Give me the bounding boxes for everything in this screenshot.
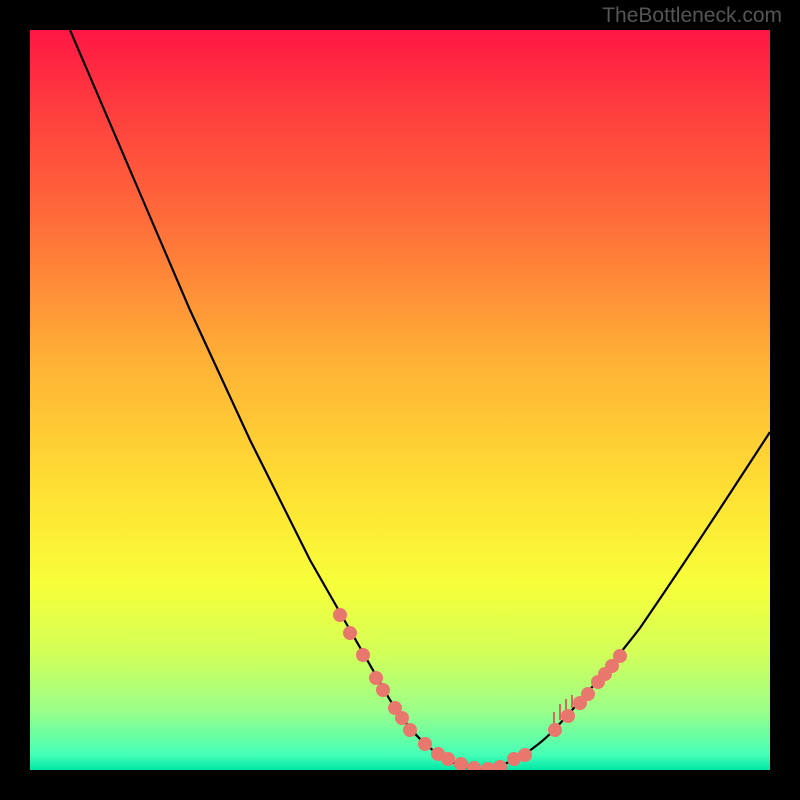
chart-container: TheBottleneck.com xyxy=(0,0,800,800)
plot-area xyxy=(30,30,770,770)
left-curve xyxy=(70,30,480,770)
highlight-points xyxy=(333,608,627,770)
right-curve xyxy=(480,432,770,770)
watermark-text: TheBottleneck.com xyxy=(602,4,782,28)
curve-svg xyxy=(30,30,770,770)
